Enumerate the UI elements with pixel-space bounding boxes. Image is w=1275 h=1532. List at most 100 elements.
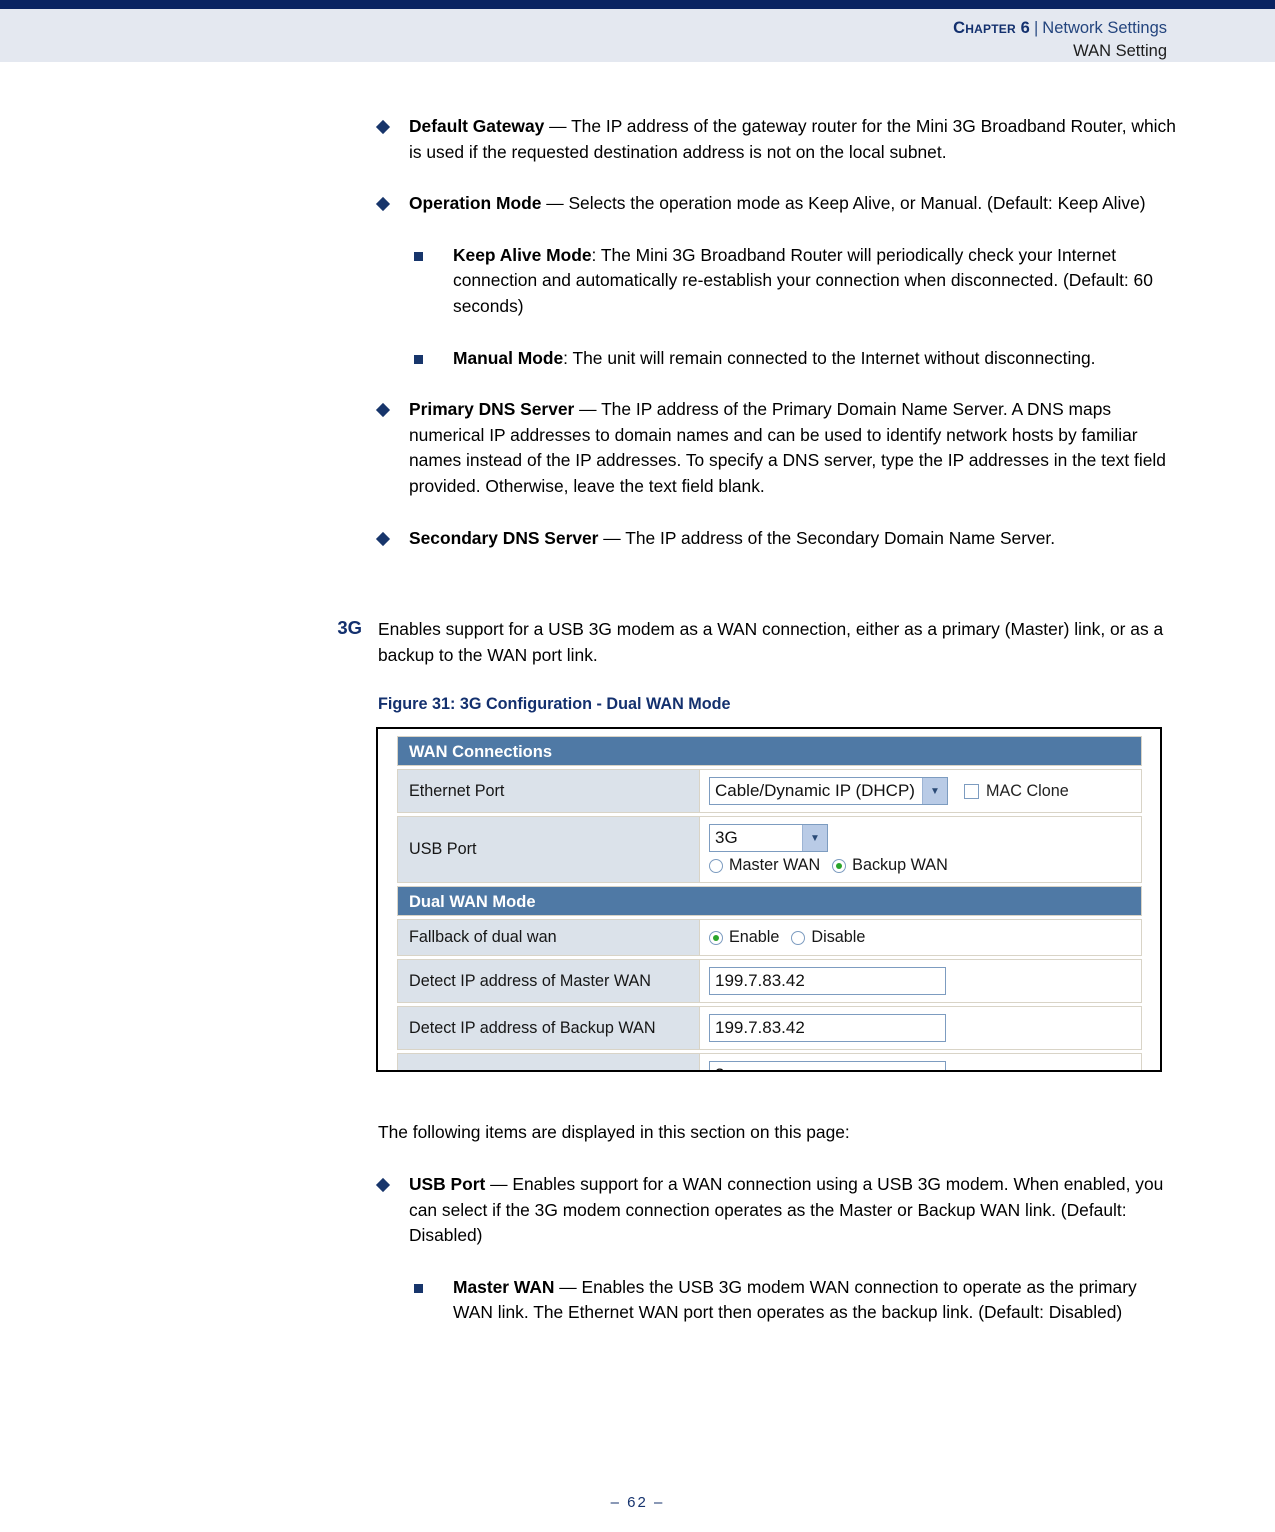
- running-header: Chapter 6 | Network Settings WAN Setting: [953, 17, 1167, 62]
- row-label: Fallback of dual wan: [398, 920, 700, 956]
- row-label: Ethernet Port: [398, 770, 700, 813]
- diamond-bullet-icon: [375, 403, 391, 418]
- header-subsection-label: WAN Setting: [1073, 42, 1167, 61]
- radio-fallback-enable-label: Enable: [729, 928, 780, 947]
- list-item-term: Keep Alive Mode: [453, 244, 592, 265]
- radio-fallback-enable[interactable]: [709, 930, 723, 945]
- list-item-term: Operation Mode: [409, 193, 542, 214]
- list-item-text: The IP address of the Secondary Domain N…: [625, 527, 1056, 548]
- chevron-down-icon: ▼: [921, 778, 947, 805]
- detect-backup-wan-input[interactable]: 199.7.83.42: [709, 1014, 946, 1043]
- figure-image-3g-configuration: WAN Connections Ethernet Port Cable/Dyna…: [376, 727, 1162, 1073]
- list-item: Default Gateway — The IP address of the …: [375, 114, 1180, 165]
- mac-clone-label: MAC Clone: [985, 781, 1069, 800]
- radio-backup-wan-wrapper[interactable]: Backup WAN: [832, 856, 948, 875]
- section-3g: 3G Enables support for a USB 3G modem as…: [0, 617, 1275, 668]
- row-label: USB Port: [398, 817, 700, 883]
- table-row-detect-timeout: Detect Timeout 3 (1 ~ 5 seconds, default…: [397, 1053, 1142, 1071]
- row-value: Cable/Dynamic IP (DHCP) ▼ MAC Clone: [700, 770, 1141, 813]
- list-item-text: The unit will remain connected to the In…: [572, 347, 1096, 368]
- page-content: Default Gateway — The IP address of the …: [0, 62, 1275, 1326]
- row-value: 3 (1 ~ 5 seconds, default: 3): [700, 1054, 1141, 1071]
- table-row-detect-backup-wan: Detect IP address of Backup WAN 199.7.83…: [397, 1006, 1142, 1051]
- list-item-text: Enables support for a WAN connection usi…: [409, 1173, 1164, 1246]
- ethernet-port-select[interactable]: Cable/Dynamic IP (DHCP) ▼: [709, 777, 948, 806]
- list-item-dash: —: [485, 1173, 513, 1194]
- radio-backup-wan-label: Backup WAN: [852, 856, 948, 875]
- list-item-term: Primary DNS Server: [409, 399, 575, 420]
- usb-port-radio-group: Master WAN Backup WAN: [709, 856, 1141, 875]
- page-number: – 62 –: [610, 1494, 665, 1511]
- list-item-dash: —: [544, 116, 572, 136]
- list-item-dash: —: [554, 1276, 582, 1297]
- radio-fallback-disable-label: Disable: [811, 928, 866, 947]
- radio-master-wan-wrapper[interactable]: Master WAN: [709, 856, 820, 875]
- row-value: 199.7.83.42: [700, 960, 1141, 1003]
- list-item-term: Master WAN: [453, 1276, 555, 1297]
- square-bullet-icon: [414, 354, 423, 364]
- header-section-label: Network Settings: [1042, 19, 1167, 37]
- mac-clone-checkbox[interactable]: [963, 783, 979, 799]
- row-label: Detect Timeout: [398, 1054, 700, 1071]
- list-item-term: Manual Mode: [453, 347, 564, 368]
- list-item-dash: —: [574, 399, 602, 420]
- usb-port-select[interactable]: 3G ▼: [709, 824, 828, 853]
- list-item: Master WAN — Enables the USB 3G modem WA…: [414, 1275, 1180, 1326]
- list-item-dash: :: [563, 347, 573, 368]
- row-value: Enable Disable: [700, 920, 1141, 956]
- diamond-bullet-icon: [375, 1177, 391, 1192]
- list-item-text: Selects the operation mode as Keep Alive…: [568, 193, 1146, 214]
- row-label: Detect IP address of Master WAN: [398, 960, 700, 1003]
- square-bullet-icon: [414, 1283, 423, 1293]
- chevron-down-icon: ▼: [802, 825, 827, 852]
- diamond-bullet-icon: [375, 119, 391, 135]
- table-row-usb-port: USB Port 3G ▼ Master WAN Backup WAN: [397, 816, 1142, 884]
- list-item-dash: :: [591, 244, 601, 265]
- list-item: USB Port — Enables support for a WAN con…: [375, 1172, 1180, 1249]
- diamond-bullet-icon: [375, 531, 391, 546]
- list-item-term: USB Port: [409, 1173, 486, 1194]
- usb-port-select-value: 3G: [715, 828, 738, 848]
- section-margin-label: 3G: [337, 617, 362, 639]
- header-separator: |: [1033, 19, 1039, 37]
- table-row-ethernet-port: Ethernet Port Cable/Dynamic IP (DHCP) ▼ …: [397, 769, 1142, 814]
- section-header-dual-wan-mode: Dual WAN Mode: [397, 886, 1142, 917]
- header-chapter-label: Chapter 6: [953, 19, 1030, 37]
- list-item-term: Default Gateway: [409, 116, 545, 136]
- list-item: Keep Alive Mode: The Mini 3G Broadband R…: [414, 243, 1180, 320]
- list-item: Manual Mode: The unit will remain connec…: [414, 346, 1180, 372]
- radio-fallback-enable-wrapper[interactable]: Enable: [709, 928, 779, 947]
- ethernet-port-select-value: Cable/Dynamic IP (DHCP): [715, 781, 915, 801]
- wan-settings-table: WAN Connections Ethernet Port Cable/Dyna…: [397, 736, 1142, 1071]
- after-figure-intro: The following items are displayed in thi…: [378, 1122, 850, 1143]
- radio-master-wan[interactable]: [709, 858, 723, 873]
- row-value: 199.7.83.42: [700, 1007, 1141, 1050]
- section-3g-intro: Enables support for a USB 3G modem as a …: [378, 619, 1164, 665]
- row-label: Detect IP address of Backup WAN: [398, 1007, 700, 1050]
- list-item: Primary DNS Server — The IP address of t…: [375, 397, 1180, 499]
- radio-fallback-disable-wrapper[interactable]: Disable: [791, 928, 865, 947]
- radio-backup-wan[interactable]: [832, 858, 847, 873]
- figure-caption: Figure 31: 3G Configuration - Dual WAN M…: [378, 695, 731, 714]
- list-item-dash: —: [541, 193, 569, 214]
- row-value: 3G ▼ Master WAN Backup WAN: [700, 817, 1141, 883]
- radio-fallback-disable[interactable]: [791, 930, 806, 945]
- fallback-radio-group: Enable Disable: [709, 928, 1141, 947]
- table-row-fallback-dual-wan: Fallback of dual wan Enable Disable: [397, 919, 1142, 957]
- list-item-term: Secondary DNS Server: [409, 527, 599, 548]
- mac-clone-checkbox-wrapper[interactable]: MAC Clone: [963, 781, 1069, 801]
- diamond-bullet-icon: [375, 197, 391, 212]
- section-header-wan-connections: WAN Connections: [397, 736, 1142, 767]
- detect-timeout-input[interactable]: 3: [709, 1061, 946, 1071]
- detect-master-wan-input[interactable]: 199.7.83.42: [709, 967, 946, 996]
- list-item: Secondary DNS Server — The IP address of…: [375, 526, 1180, 552]
